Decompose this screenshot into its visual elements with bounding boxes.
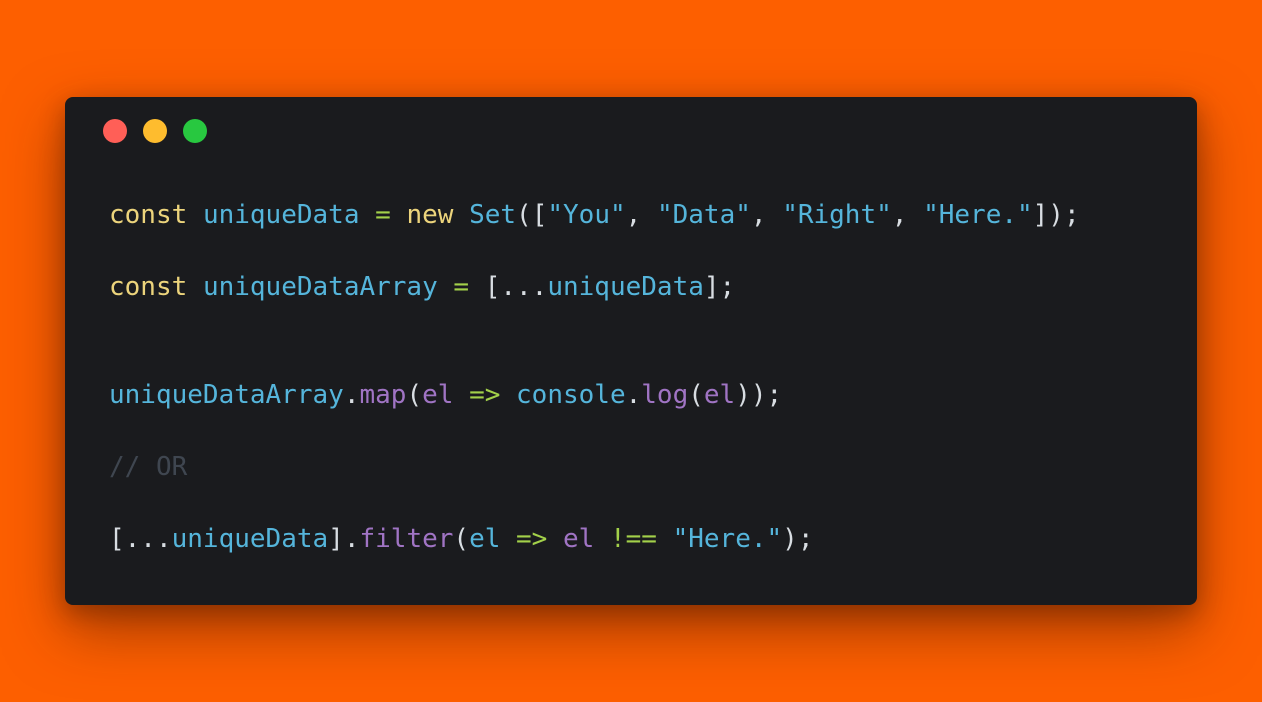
code-token-identifier: console xyxy=(516,380,626,410)
code-token-punctuation xyxy=(453,200,469,230)
code-token-punctuation: ]); xyxy=(1032,200,1080,230)
code-token-punctuation: ); xyxy=(782,524,814,554)
code-line: [...uniqueData].filter(el => el !== "Her… xyxy=(109,521,813,557)
maximize-dot-icon xyxy=(183,119,207,143)
code-token-operator: = xyxy=(453,272,470,302)
code-token-comment: // OR xyxy=(109,452,188,482)
code-token-keyword: const xyxy=(109,200,188,230)
code-token-punctuation xyxy=(187,272,203,302)
code-token-punctuation xyxy=(359,200,375,230)
code-token-punctuation: ( xyxy=(688,380,704,410)
code-token-string: "Here." xyxy=(672,524,783,554)
code-token-string: "Right" xyxy=(782,200,892,230)
code-token-operator: => xyxy=(469,380,501,410)
code-token-keyword: const xyxy=(109,272,188,302)
code-token-identifier: el xyxy=(469,524,501,554)
code-token-function: filter xyxy=(359,524,454,554)
code-token-punctuation xyxy=(500,380,516,410)
code-token-function: el xyxy=(703,380,736,410)
code-token-punctuation xyxy=(453,380,469,410)
comment-line: // OR xyxy=(109,449,187,485)
code-line: uniqueDataArray.map(el => console.log(el… xyxy=(109,377,782,413)
code-token-punctuation: )); xyxy=(735,380,783,410)
code-token-operator: = xyxy=(375,200,391,230)
code-token-punctuation: , xyxy=(625,200,657,230)
code-token-punctuation: ([ xyxy=(516,200,548,230)
code-token-identifier: uniqueData xyxy=(171,524,329,554)
code-token-punctuation: [... xyxy=(109,524,172,554)
code-token-punctuation xyxy=(547,524,563,554)
code-token-function: log xyxy=(641,380,689,410)
code-token-punctuation: ( xyxy=(453,524,470,554)
code-token-keyword: new xyxy=(406,200,454,230)
code-token-string: "Data" xyxy=(656,200,751,230)
code-line: const uniqueData = new Set(["You", "Data… xyxy=(109,197,1080,233)
code-token-function: el xyxy=(422,380,454,410)
code-window: const uniqueData = new Set(["You", "Data… xyxy=(65,97,1197,605)
code-block: const uniqueData = new Set(["You", "Data… xyxy=(109,197,1080,554)
code-token-punctuation xyxy=(391,200,407,230)
code-token-operator: !== xyxy=(609,524,657,554)
code-token-identifier: Set xyxy=(469,200,517,230)
code-token-punctuation: . xyxy=(625,380,642,410)
code-token-punctuation xyxy=(187,200,203,230)
code-token-function: el xyxy=(563,524,595,554)
code-token-punctuation: ]. xyxy=(328,524,360,554)
code-token-string: "Here." xyxy=(923,200,1033,230)
close-dot-icon xyxy=(103,119,127,143)
code-token-identifier: uniqueData xyxy=(547,272,704,302)
code-token-punctuation: , xyxy=(891,200,924,230)
code-token-punctuation xyxy=(500,524,516,554)
code-token-operator: => xyxy=(516,524,548,554)
window-controls xyxy=(103,119,207,143)
code-token-punctuation xyxy=(657,524,673,554)
code-token-punctuation: [... xyxy=(469,272,548,302)
code-token-punctuation: , xyxy=(750,200,783,230)
code-token-punctuation: ]; xyxy=(703,272,736,302)
code-token-punctuation: . xyxy=(343,380,360,410)
code-token-function: map xyxy=(359,380,407,410)
code-token-identifier: uniqueDataArray xyxy=(202,272,438,302)
code-line: const uniqueDataArray = [...uniqueData]; xyxy=(109,269,735,305)
code-token-identifier: uniqueData xyxy=(202,200,360,230)
minimize-dot-icon xyxy=(143,119,167,143)
code-token-punctuation xyxy=(594,524,610,554)
code-token-identifier: uniqueDataArray xyxy=(109,380,344,410)
code-token-punctuation: ( xyxy=(406,380,423,410)
code-token-string: "You" xyxy=(547,200,626,230)
code-token-punctuation xyxy=(438,272,454,302)
